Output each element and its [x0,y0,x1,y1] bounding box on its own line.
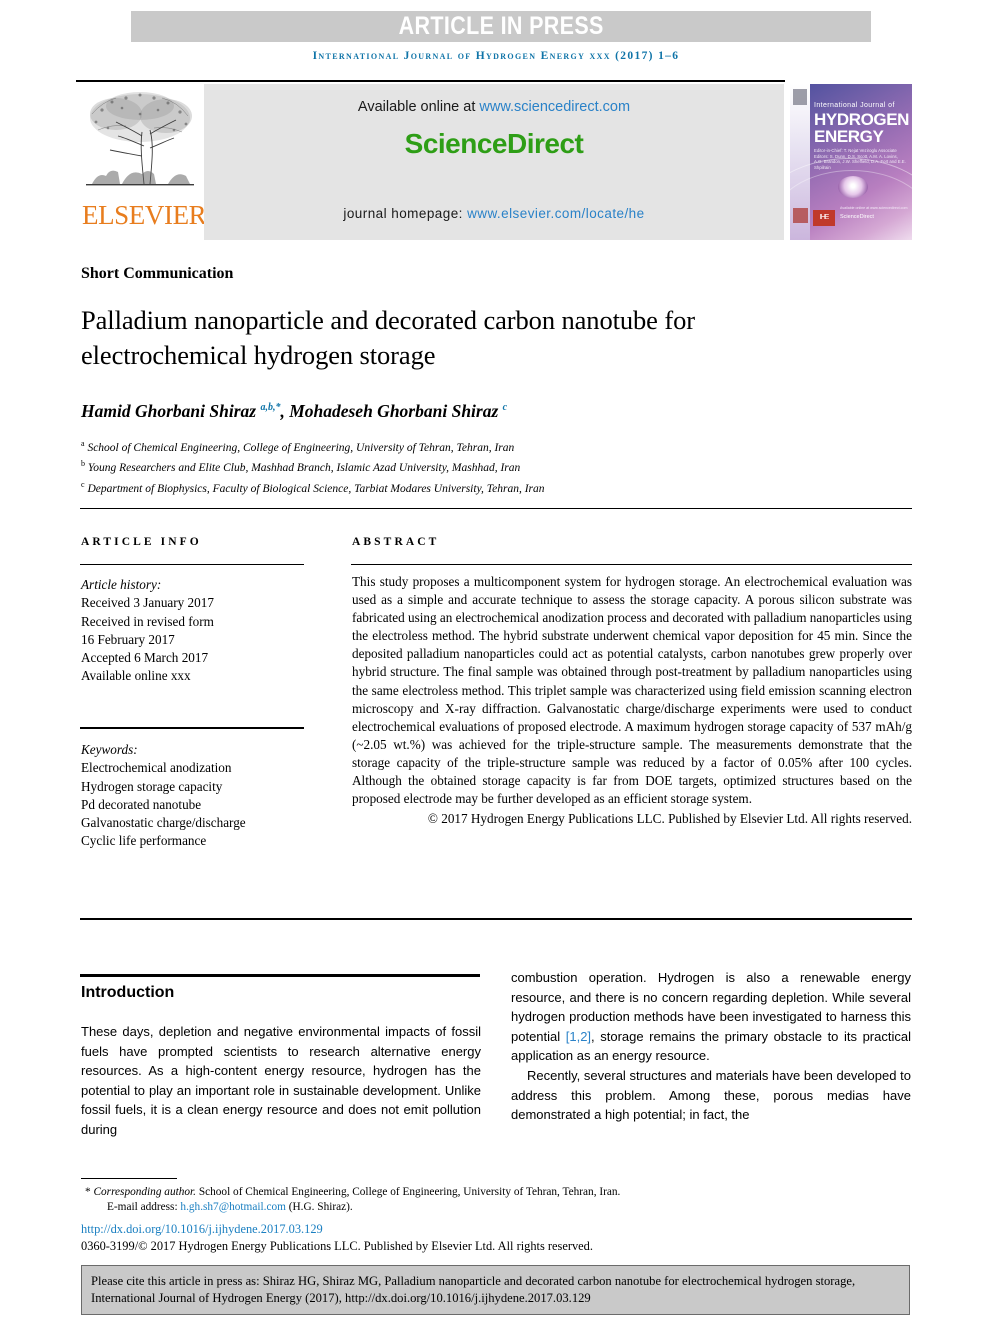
affiliation-text-b: Young Researchers and Elite Club, Mashha… [85,462,521,475]
introduction-rule [80,974,480,977]
cover-title-energy: ENERGY [814,127,884,146]
section-bottom-rule [80,918,912,920]
article-history-block: Article history: Received 3 January 2017… [81,576,311,686]
author-two: , Mohadeseh Ghorbani Shiraz [280,401,503,421]
keywords-label: Keywords: [81,742,138,757]
footnote-separator-rule [81,1178,177,1179]
corresponding-author-note: * Corresponding author. School of Chemic… [81,1185,921,1200]
affiliation-list: a School of Chemical Engineering, Colleg… [81,436,801,497]
elsevier-wordmark: ELSEVIER [82,200,207,230]
abstract-copyright: © 2017 Hydrogen Energy Publications LLC.… [427,811,912,827]
history-line: Received 3 January 2017 [81,595,214,611]
article-in-press-banner: ARTICLE IN PRESS [131,11,871,42]
keyword-item: Cyclic life performance [81,833,207,849]
corresponding-address: School of Chemical Engineering, College … [196,1186,621,1198]
history-line: 16 February 2017 [81,631,175,647]
abstract-header: ABSTRACT [352,536,440,548]
author-two-affil-marker: c [502,402,508,414]
cover-ihe-badge: IHE [813,210,835,226]
journal-cover-thumbnail: International Journal of HYDROGEN ENERGY… [790,84,912,240]
introduction-paragraph: These days, depletion and negative envir… [81,1024,481,1137]
available-online-prefix: Available online at [357,99,480,115]
keyword-item: Hydrogen storage capacity [81,778,223,794]
introduction-column-left: These days, depletion and negative envir… [81,1022,481,1140]
keyword-item: Electrochemical anodization [81,760,232,776]
author-one: Hamid Ghorbani Shiraz [81,401,261,421]
article-in-press-label: ARTICLE IN PRESS [398,12,604,40]
email-owner: (H.G. Shiraz). [285,1201,353,1214]
abstract-rule [351,564,912,566]
affiliation-item: b Young Researchers and Elite Club, Mash… [81,456,801,476]
introduction-paragraph: combustion operation. Hydrogen is also a… [511,968,911,1066]
cover-sciencedirect-label: ScienceDirect [840,214,874,220]
page-title: Palladium nanoparticle and decorated car… [81,305,695,370]
introduction-column-right: combustion operation. Hydrogen is also a… [511,968,911,1125]
author-one-affil-markers: a,b,* [260,402,281,414]
footnote-block: * Corresponding author. School of Chemic… [81,1185,921,1215]
article-type-label: Short Communication [81,265,234,282]
masthead: ELSEVIER Available online at www.science… [76,82,912,242]
elsevier-logo: ELSEVIER [82,84,207,240]
journal-homepage-link[interactable]: www.elsevier.com/locate/he [467,206,645,221]
keywords-rule [80,727,304,729]
email-note: E-mail address: h.gh.sh7@hotmail.com (H.… [81,1200,921,1215]
introduction-paragraph: Recently, several structures and materia… [511,1067,911,1123]
email-address-link[interactable]: h.gh.sh7@hotmail.com [180,1201,285,1213]
affiliation-text-c: Department of Biophysics, Faculty of Bio… [84,482,545,495]
affiliation-item: c Department of Biophysics, Faculty of B… [81,477,801,497]
section-top-rule [80,508,912,510]
article-info-rule [80,564,304,566]
cover-orb-graphic [838,176,868,198]
keyword-item: Galvanostatic charge/discharge [81,815,246,831]
introduction-heading: Introduction [81,984,175,1001]
journal-homepage-line: journal homepage: www.elsevier.com/locat… [204,206,784,221]
article-history-label: Article history: [81,577,162,592]
affiliation-item: a School of Chemical Engineering, Colleg… [81,436,801,456]
sciencedirect-logo: ScienceDirect [404,128,584,159]
issn-copyright-line: 0360-3199/© 2017 Hydrogen Energy Publica… [81,1239,593,1253]
elsevier-tree-icon [86,92,194,186]
email-label: E-mail address: [107,1201,181,1214]
cover-editors-text: Editor-in-Chief: T. Nejat Veziroglu Asso… [814,148,906,170]
cover-spine-logo-box [793,89,807,105]
journal-running-head: International Journal of Hydrogen Energy… [312,50,680,62]
author-list: Hamid Ghorbani Shiraz a,b,*, Mohadeseh G… [81,401,507,422]
doi-link[interactable]: http://dx.doi.org/10.1016/j.ijhydene.201… [81,1222,323,1237]
corresponding-marker: * [85,1186,91,1198]
history-line: Received in revised form [81,613,214,629]
article-info-header: ARTICLE INFO [81,536,202,548]
corresponding-label: Corresponding author. [93,1186,197,1198]
keyword-item: Pd decorated nanotube [81,796,202,812]
journal-homepage-label: journal homepage: [343,206,468,221]
keywords-block: Keywords: Electrochemical anodization Hy… [81,741,321,851]
sciencedirect-panel: Available online at www.sciencedirect.co… [204,84,784,240]
cite-this-article-box: Please cite this article in press as: Sh… [81,1265,910,1315]
citation-reference-link[interactable]: [1,2] [566,1029,591,1044]
history-line: Accepted 6 March 2017 [81,650,209,666]
available-online-line: Available online at www.sciencedirect.co… [204,99,784,115]
cover-sciencedirect-above: Available online at www.sciencedirect.co… [840,206,908,210]
history-line: Available online xxx [81,668,191,684]
abstract-body: This study proposes a multicomponent sys… [352,574,912,807]
abstract-block: This study proposes a multicomponent sys… [352,573,912,828]
cover-journal-prefix: International Journal of [814,102,895,109]
sciencedirect-url-link[interactable]: www.sciencedirect.com [479,99,630,115]
cover-title-hydrogen: HYDROGEN [814,110,910,129]
affiliation-text-a: School of Chemical Engineering, College … [84,441,515,454]
